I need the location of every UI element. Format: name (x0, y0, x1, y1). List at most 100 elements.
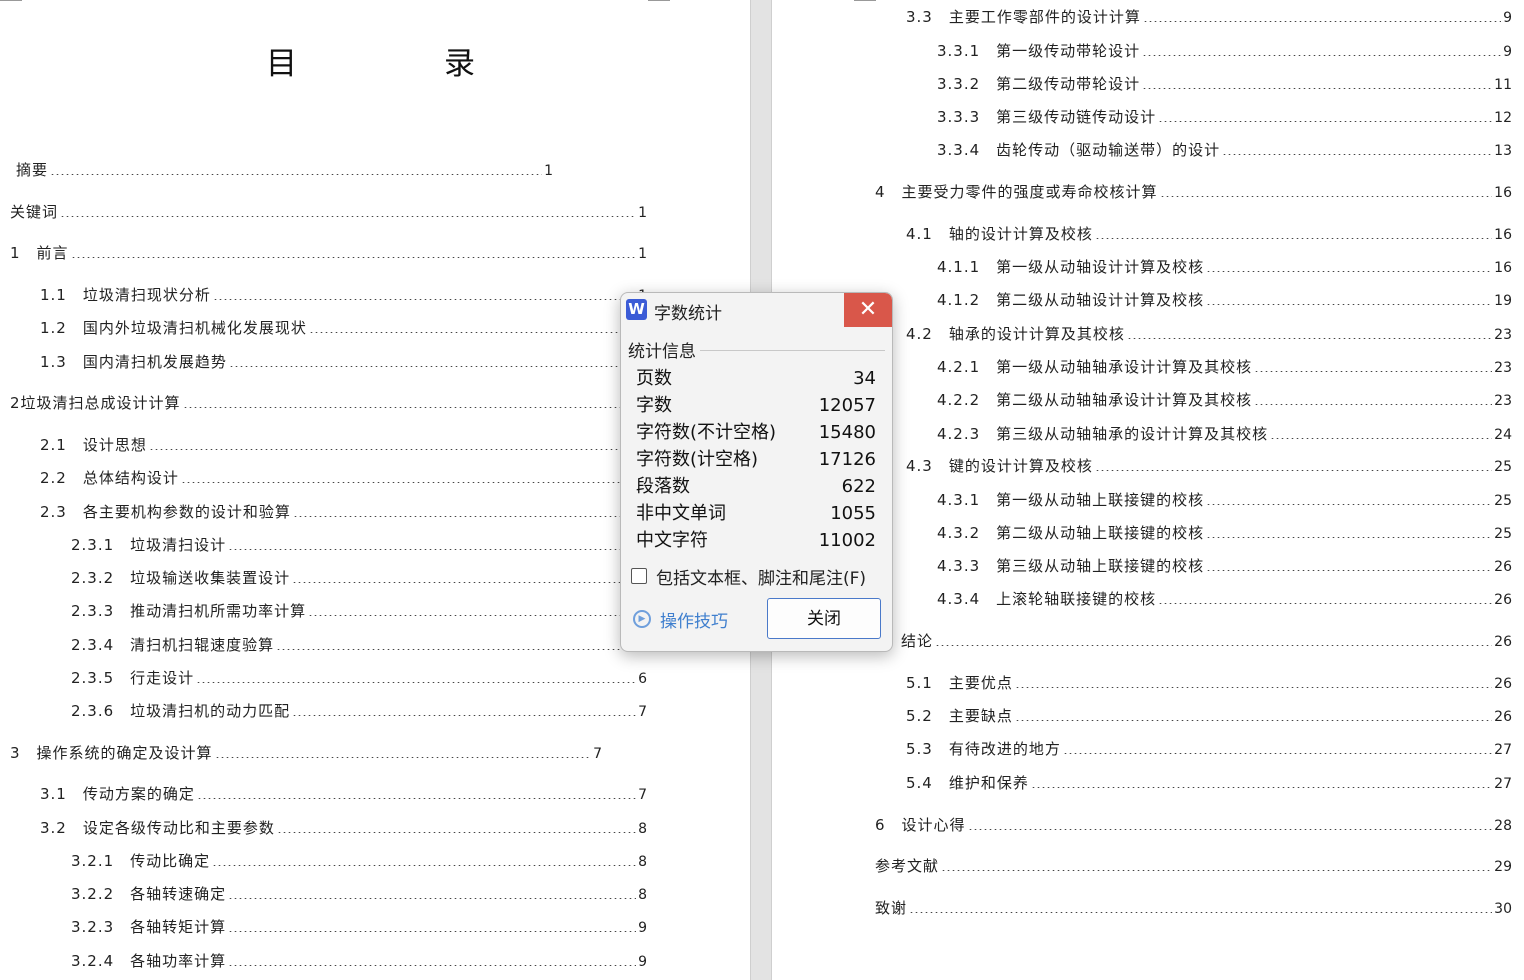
toc-entry: 3.2.2 各轴转速确定 8 (71, 884, 647, 904)
toc-entry: 3.2.4 各轴功率计算 9 (71, 951, 647, 971)
toc-dot-leader (1142, 88, 1493, 89)
toc-entry-label: 2.3.6 垃圾清扫机的动力匹配 (71, 702, 291, 720)
toc-entry-label: 3.2.4 各轴功率计算 (71, 952, 227, 970)
toc-entry: 2.3.1 垃圾清扫设计4 (71, 535, 647, 555)
page-corner-mark (0, 0, 22, 1)
toc-entry-label: 结论 (901, 632, 934, 650)
toc-entry-page: 26 (1494, 634, 1512, 650)
toc-entry-page: 8 (638, 887, 647, 903)
toc-entry: 4.3 键的设计计算及校核 25 (906, 456, 1512, 476)
toc-entry: 5.4 维护和保养 27 (906, 773, 1512, 793)
toc-entry-label: 4.3.3 第三级从动轴上联接键的校核 (937, 557, 1205, 575)
toc-entry-label: 3 操作系统的确定及设计算 (10, 744, 213, 762)
toc-entry-label: 1.2 国内外垃圾清扫机械化发展现状 (40, 319, 307, 337)
toc-entry-page: 9 (638, 954, 647, 970)
toc-entry-label: 3.2.1 传动比确定 (71, 852, 211, 870)
toc-entry: 参考文献 29 (875, 856, 1512, 876)
toc-entry-label: 6 设计心得 (875, 816, 966, 834)
toc-entry-label: 2.2 总体结构设计 (40, 469, 179, 487)
toc-entry-label: 3.3.2 第二级传动带轮设计 (937, 75, 1141, 93)
toc-entry-label: 4.1.1 第一级从动轴设计计算及校核 (937, 258, 1205, 276)
toc-dot-leader (180, 482, 637, 483)
close-button[interactable]: 关闭 (767, 598, 881, 639)
toc-entry: 1.1 垃圾清扫现状分析1 (40, 285, 647, 305)
include-footnotes-label[interactable]: 包括文本框、脚注和尾注(F) (656, 564, 866, 589)
toc-entry-label: 3.3.4 齿轮传动（驱动输送带）的设计 (937, 141, 1221, 159)
toc-dot-leader (1126, 338, 1493, 339)
toc-entry-page: 1 (638, 246, 647, 262)
toc-entry-label: 4.3.2 第二级从动轴上联接键的校核 (937, 524, 1205, 542)
dialog-title: 字数统计 (654, 304, 722, 324)
include-footnotes-checkbox[interactable] (631, 568, 647, 584)
wps-writer-icon: W (626, 299, 647, 320)
toc-entry-label: 4.2.2 第二级从动轴轴承设计计算及其校核 (937, 391, 1253, 409)
toc-entry-page: 25 (1494, 459, 1512, 475)
toc-entry: 2.2 总体结构设计3 (40, 468, 647, 488)
toc-entry: 4.2 轴承的设计计算及其校核 23 (906, 324, 1512, 344)
stat-value: 15480 (818, 422, 876, 443)
toc-entry: 4.3.2 第二级从动轴上联接键的校核 25 (937, 523, 1512, 543)
toc-entry-label: 2.3.2 垃圾输送收集装置设计 (71, 569, 291, 587)
toc-entry-label: 3.1 传动方案的确定 (40, 785, 195, 803)
toc-entry: 4.2.2 第二级从动轴轴承设计计算及其校核 23 (937, 390, 1512, 410)
include-footnotes-option[interactable]: 包括文本框、脚注和尾注(F) (631, 564, 866, 589)
toc-entry-page: 29 (1494, 859, 1512, 875)
toc-dot-leader (1159, 196, 1493, 197)
toc-entry: 4.3.1 第一级从动轴上联接键的校核 25 (937, 490, 1512, 510)
toc-dot-leader (1158, 603, 1493, 604)
stat-value: 17126 (818, 449, 876, 470)
toc-entry-page: 23 (1494, 327, 1512, 343)
toc-entry-page: 6 (638, 671, 647, 687)
toc-entry-page: 12 (1494, 110, 1512, 126)
tips-link[interactable]: ▶ 操作技巧 (633, 607, 728, 632)
toc-entry: 6 设计心得 28 (875, 815, 1512, 835)
tips-label[interactable]: 操作技巧 (660, 607, 728, 632)
toc-dot-leader (1254, 404, 1493, 405)
toc-dot-leader (1142, 21, 1502, 22)
stat-row-chars-no-spaces: 字符数(不计空格) 15480 (636, 420, 876, 445)
toc-entry-page: 26 (1494, 676, 1512, 692)
toc-entry-page: 8 (638, 854, 647, 870)
toc-dot-leader (1222, 154, 1493, 155)
toc-entry-page: 16 (1494, 185, 1512, 201)
toc-entry-page: 9 (1503, 10, 1512, 26)
toc-entry: 4.2.3 第三级从动轴轴承的设计计算及其校核 24 (937, 424, 1512, 444)
toc-entry-page: 27 (1494, 742, 1512, 758)
toc-dot-leader (148, 449, 637, 450)
toc-dot-leader (212, 299, 637, 300)
dialog-titlebar[interactable]: W 字数统计 ✕ (621, 293, 892, 327)
toc-entry: 4.1.2 第二级从动轴设计计算及校核 19 (937, 290, 1512, 310)
toc-entry-page: 25 (1494, 493, 1512, 509)
toc-entry-label: 1.3 国内清扫机发展趋势 (40, 353, 227, 371)
toc-entry-label: 3.3.3 第三级传动链传动设计 (937, 108, 1157, 126)
toc-entry-label: 1.1 垃圾清扫现状分析 (40, 286, 211, 304)
toc-entry: 2垃圾清扫总成设计计算3 (10, 393, 647, 413)
toc-entry-label: 4.3.1 第一级从动轴上联接键的校核 (937, 491, 1205, 509)
toc-entry: 2.3.5 行走设计 6 (71, 668, 647, 688)
toc-entry: 致谢 30 (875, 898, 1512, 918)
toc-entry-label: 4.2 轴承的设计计算及其校核 (906, 325, 1125, 343)
toc-dot-leader (50, 174, 543, 175)
toc-entry: 2.3.4 清扫机扫辊速度验算6 (71, 635, 647, 655)
toc-dot-leader (1062, 753, 1493, 754)
toc-dot-leader (1158, 121, 1493, 122)
toc-dot-leader (182, 407, 637, 408)
section-divider (700, 350, 885, 351)
toc-entry-label: 4.2.3 第三级从动轴轴承的设计计算及其校核 (937, 425, 1269, 443)
toc-entry-label: 4.3 键的设计计算及校核 (906, 457, 1093, 475)
close-icon[interactable]: ✕ (844, 293, 892, 327)
toc-dot-leader (70, 257, 637, 258)
section-header: 统计信息 (628, 337, 885, 362)
toc-entry: 摘要 1 (16, 160, 553, 180)
toc-entry: 3.3 主要工作零部件的设计计算 9 (906, 7, 1512, 27)
toc-dot-leader (1206, 271, 1493, 272)
toc-entry-label: 3.2 设定各级传动比和主要参数 (40, 819, 275, 837)
toc-dot-leader (228, 549, 637, 550)
toc-dot-leader (228, 366, 637, 367)
toc-dot-leader (1206, 570, 1493, 571)
toc-dot-leader (935, 645, 1493, 646)
toc-entry: 4.3.3 第三级从动轴上联接键的校核 26 (937, 556, 1512, 576)
toc-entry-page: 7 (638, 787, 647, 803)
toc-entry: 4.1.1 第一级从动轴设计计算及校核 16 (937, 257, 1512, 277)
toc-entry-label: 4.2.1 第一级从动轴轴承设计计算及其校核 (937, 358, 1253, 376)
